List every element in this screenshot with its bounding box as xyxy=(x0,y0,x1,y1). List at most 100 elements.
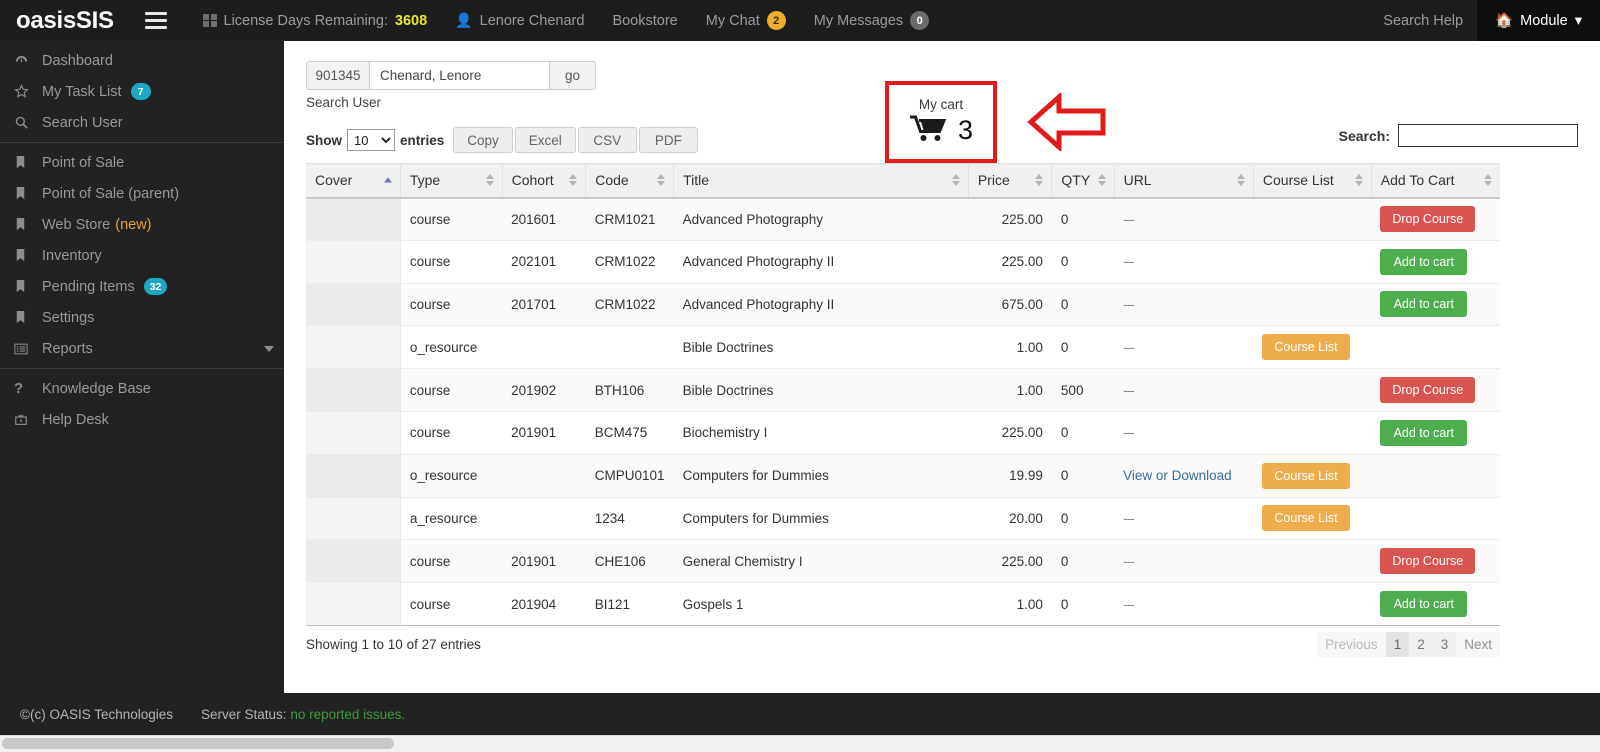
column-header-course-list[interactable]: Course List xyxy=(1253,163,1372,199)
add-to-cart-button[interactable]: Add to cart xyxy=(1380,419,1468,446)
sidebar-label-search-user: Search User xyxy=(42,114,123,131)
sidebar-item-point-of-sale-parent[interactable]: Point of Sale (parent) xyxy=(0,178,284,209)
column-header-cover[interactable]: Cover xyxy=(306,163,401,199)
cell-add-to-cart: Add to cart xyxy=(1371,582,1500,626)
page-length-select[interactable]: 10 25 50 100 xyxy=(347,129,395,151)
app-logo[interactable]: oasisSIS xyxy=(0,0,127,41)
my-messages-badge: 0 xyxy=(910,11,930,30)
course-list-button[interactable]: Course List xyxy=(1262,505,1350,532)
nav-bookstore[interactable]: Bookstore xyxy=(598,0,691,41)
cell-cover xyxy=(306,582,401,626)
add-to-cart-button[interactable]: Add to cart xyxy=(1380,291,1468,318)
bookmark-icon xyxy=(14,279,42,294)
nav-my-messages[interactable]: My Messages 0 xyxy=(800,0,943,41)
table-row: course 201701 CRM1022 Advanced Photography … xyxy=(306,283,1500,327)
table-search-input[interactable] xyxy=(1398,124,1578,147)
course-list-button[interactable]: Course List xyxy=(1262,334,1350,361)
column-header-add-to-cart[interactable]: Add To Cart xyxy=(1371,163,1500,199)
course-list-button[interactable]: Course List xyxy=(1262,462,1350,489)
user-name-field[interactable]: Chenard, Lenore xyxy=(370,61,550,90)
grid-icon xyxy=(203,13,217,28)
table-header-row: Cover Type Cohort Code Title Price QTY U… xyxy=(306,163,1500,199)
sidebar-item-my-task-list[interactable]: My Task List 7 xyxy=(0,76,284,107)
chevron-down-icon[interactable] xyxy=(264,345,274,352)
cell-cohort: 201901 xyxy=(502,539,586,584)
view-or-download-link[interactable]: View or Download xyxy=(1123,468,1232,483)
cell-type: course xyxy=(400,539,503,584)
column-header-code[interactable]: Code xyxy=(585,163,675,199)
column-header-qty[interactable]: QTY xyxy=(1051,163,1115,199)
bookmark-icon xyxy=(14,248,42,263)
module-dropdown[interactable]: 🏠 Module ▾ xyxy=(1477,0,1600,41)
pdf-button[interactable]: PDF xyxy=(638,127,698,153)
cell-price: 225.00 xyxy=(968,240,1052,284)
sidebar-item-pending-items[interactable]: Pending Items 32 xyxy=(0,271,284,302)
add-to-cart-button[interactable]: Add to cart xyxy=(1380,248,1468,275)
copy-button[interactable]: Copy xyxy=(453,127,513,153)
cell-price: 225.00 xyxy=(968,197,1052,241)
my-chat-badge: 2 xyxy=(766,11,786,30)
column-header-title[interactable]: Title xyxy=(673,163,969,199)
cell-title: Biochemistry I xyxy=(673,411,969,455)
user-id-field[interactable]: 901345 xyxy=(306,61,370,90)
nav-my-chat[interactable]: My Chat 2 xyxy=(692,0,800,41)
sidebar-item-settings[interactable]: Settings xyxy=(0,302,284,333)
sidebar-item-reports[interactable]: Reports xyxy=(0,333,284,364)
sidebar-item-web-store[interactable]: Web Store (new) xyxy=(0,209,284,240)
cell-add-to-cart xyxy=(1371,325,1500,370)
sidebar-item-knowledge-base[interactable]: ? Knowledge Base xyxy=(0,373,284,404)
pagination-previous[interactable]: Previous xyxy=(1317,631,1386,657)
pagination-next[interactable]: Next xyxy=(1456,631,1500,657)
module-label: Module xyxy=(1520,12,1568,29)
cell-url: View or Download xyxy=(1114,454,1254,498)
sidebar-item-inventory[interactable]: Inventory xyxy=(0,240,284,271)
pagination-page-1[interactable]: 1 xyxy=(1385,631,1410,657)
cell-code xyxy=(585,325,674,370)
cell-add-to-cart xyxy=(1371,497,1500,541)
list-icon xyxy=(14,342,42,356)
horizontal-scrollbar-thumb[interactable] xyxy=(2,738,394,749)
cell-cohort xyxy=(502,454,586,498)
bookmark-icon xyxy=(14,155,42,170)
nav-user[interactable]: 👤 Lenore Chenard xyxy=(441,0,598,41)
cell-title: Computers for Dummies xyxy=(673,497,969,541)
sidebar-item-search-user[interactable]: Search User xyxy=(0,107,284,138)
cell-cohort xyxy=(502,325,586,370)
sidebar-label-reports: Reports xyxy=(42,340,93,357)
cell-qty: 0 xyxy=(1051,240,1115,284)
csv-button[interactable]: CSV xyxy=(577,127,637,153)
question-icon: ? xyxy=(14,380,24,397)
drop-course-button[interactable]: Drop Course xyxy=(1380,206,1476,233)
cell-cover xyxy=(306,539,401,584)
cell-cohort: 201901 xyxy=(502,411,586,455)
hamburger-icon[interactable] xyxy=(133,0,179,41)
sidebar-item-point-of-sale[interactable]: Point of Sale xyxy=(0,147,284,178)
sidebar-item-dashboard[interactable]: Dashboard xyxy=(0,45,284,76)
sort-icon xyxy=(1035,174,1044,187)
sidebar-item-help-desk[interactable]: Help Desk xyxy=(0,404,284,435)
license-days-item: License Days Remaining: 3608 xyxy=(179,0,441,41)
server-status-label: Server Status: xyxy=(201,706,287,722)
pagination-page-3[interactable]: 3 xyxy=(1432,631,1457,657)
cell-type: o_resource xyxy=(400,325,503,370)
column-header-url[interactable]: URL xyxy=(1114,163,1254,199)
column-header-cohort[interactable]: Cohort xyxy=(502,163,587,199)
column-header-price[interactable]: Price xyxy=(968,163,1053,199)
home-icon: 🏠 xyxy=(1495,13,1514,29)
add-to-cart-button[interactable]: Add to cart xyxy=(1380,591,1468,618)
drop-course-button[interactable]: Drop Course xyxy=(1380,548,1476,575)
cell-type: course xyxy=(400,283,503,327)
table-row: course 201901 BCM475 Biochemistry I 225.00 0-… xyxy=(306,411,1500,455)
column-header-type[interactable]: Type xyxy=(400,163,503,199)
table-row: course 201901 CHE106 General Chemistry I 225… xyxy=(306,539,1500,584)
table-footer: Showing 1 to 10 of 27 entries Previous 1… xyxy=(306,624,1500,663)
cell-title: Bible Doctrines xyxy=(673,325,969,370)
user-icon: 👤 xyxy=(455,12,473,28)
cell-type: a_resource xyxy=(400,497,503,541)
pending-items-badge: 32 xyxy=(143,278,168,295)
nav-search-help[interactable]: Search Help xyxy=(1369,0,1477,41)
excel-button[interactable]: Excel xyxy=(514,127,576,153)
drop-course-button[interactable]: Drop Course xyxy=(1380,377,1476,404)
pagination-page-2[interactable]: 2 xyxy=(1409,631,1433,657)
go-button[interactable]: go xyxy=(550,61,596,90)
